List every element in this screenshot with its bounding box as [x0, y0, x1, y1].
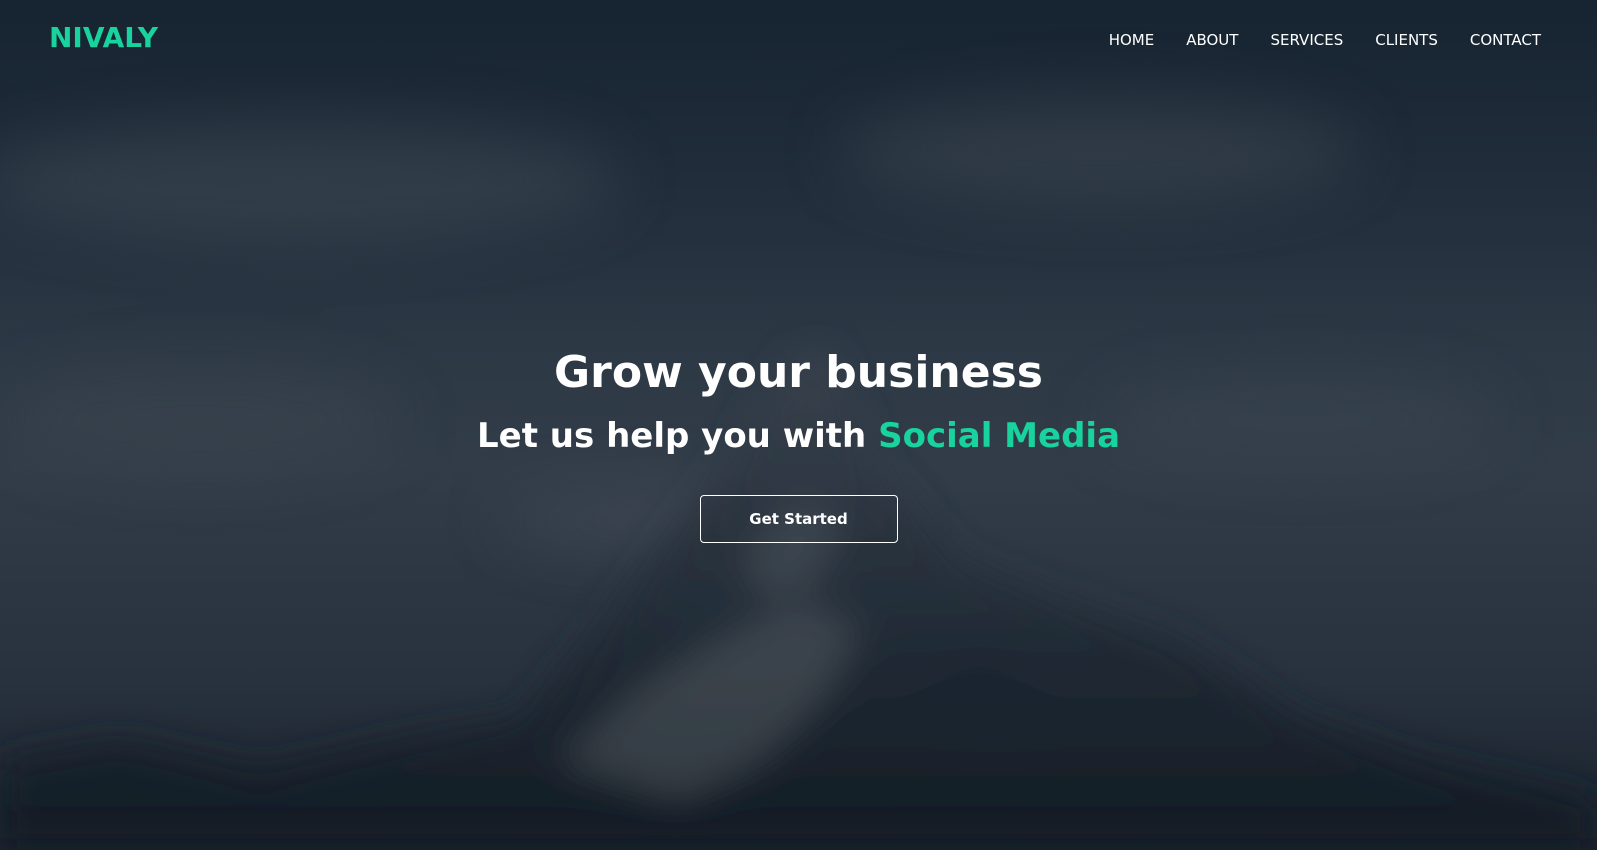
nav-link-home[interactable]: HOME — [1109, 31, 1155, 49]
navbar: NIVALY HOME ABOUT SERVICES CLIENTS CONTA… — [0, 0, 1597, 80]
nav-item-about: ABOUT — [1186, 30, 1238, 49]
nav-item-home: HOME — [1109, 30, 1155, 49]
nav-link-services[interactable]: SERVICES — [1270, 31, 1343, 49]
nav-item-services: SERVICES — [1270, 30, 1343, 49]
brand-logo[interactable]: NIVALY — [49, 21, 158, 54]
hero-section: NIVALY HOME ABOUT SERVICES CLIENTS CONTA… — [0, 0, 1597, 850]
hero-subtitle: Let us help you with Social Media — [0, 413, 1597, 459]
nav-item-clients: CLIENTS — [1375, 30, 1438, 49]
nav-item-contact: CONTACT — [1470, 30, 1541, 49]
get-started-button[interactable]: Get Started — [699, 495, 898, 543]
hero-subtitle-highlight: Social Media — [878, 416, 1121, 456]
hero-title: Grow your business — [554, 347, 1043, 398]
nav-menu: HOME ABOUT SERVICES CLIENTS CONTACT — [1077, 30, 1541, 49]
nav-link-clients[interactable]: CLIENTS — [1375, 31, 1438, 49]
hero-subtitle-prefix: Let us help you with — [476, 416, 879, 456]
nav-link-about[interactable]: ABOUT — [1186, 31, 1238, 49]
nav-link-contact[interactable]: CONTACT — [1470, 31, 1541, 49]
hero-content: Grow your business Let us help you with … — [0, 345, 1597, 543]
